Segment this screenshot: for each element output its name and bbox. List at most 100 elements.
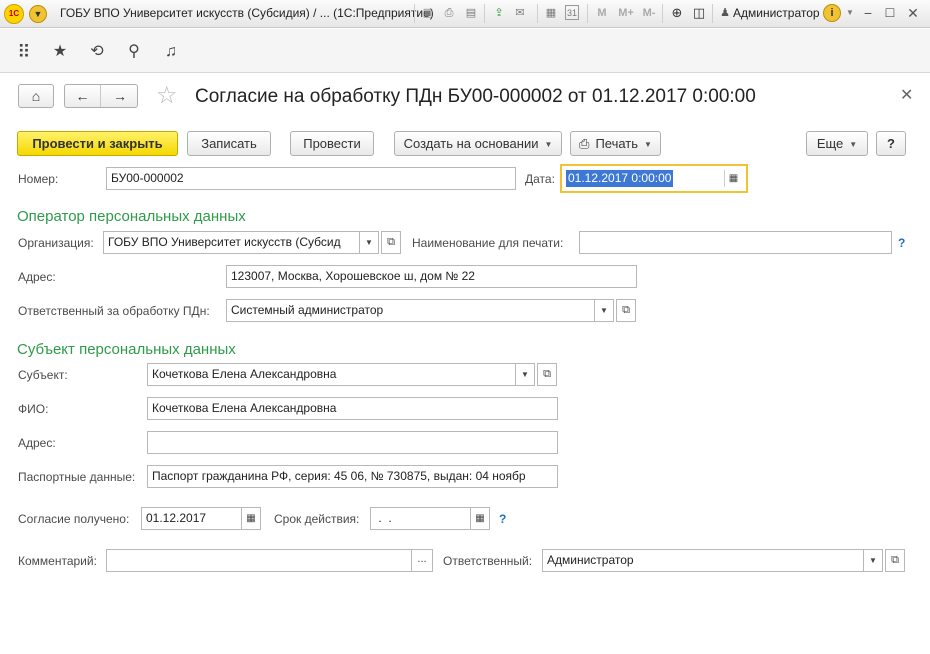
print-name-help-icon[interactable]: ? bbox=[898, 236, 905, 250]
responsible-pd-open-icon[interactable]: ⧉ bbox=[616, 299, 636, 322]
print-icon[interactable]: ⎙ bbox=[441, 5, 457, 21]
save-icon[interactable]: ▣ bbox=[420, 5, 436, 21]
memory-mminus-icon[interactable]: M- bbox=[639, 5, 659, 21]
notifications-bell-icon[interactable]: ♫ bbox=[160, 42, 182, 62]
dropdown-arrow-icon: ▼ bbox=[644, 140, 652, 150]
zoom-icon[interactable]: ⊕ bbox=[669, 5, 685, 21]
current-user[interactable]: Администратор bbox=[733, 6, 820, 20]
printer-icon: ⎙ bbox=[579, 136, 590, 151]
operator-address-label: Адрес: bbox=[18, 270, 56, 284]
back-button[interactable]: ← bbox=[65, 85, 101, 107]
sections-grid-icon[interactable]: ⠿ bbox=[13, 42, 35, 62]
passport-field[interactable]: Паспорт гражданина РФ, серия: 45 06, № 7… bbox=[147, 465, 558, 488]
history-icon[interactable]: ⟲ bbox=[86, 42, 108, 62]
close-window-button[interactable]: ✕ bbox=[903, 4, 923, 22]
add-to-favorites-star-icon[interactable]: ☆ bbox=[156, 84, 178, 108]
date-field[interactable]: 01.12.2017 0:00:00 ▦ bbox=[560, 164, 748, 193]
forward-button[interactable]: → bbox=[102, 85, 138, 107]
main-menu-button[interactable]: ▼ bbox=[29, 5, 47, 23]
comment-label: Комментарий: bbox=[18, 554, 97, 568]
responsible-dropdown-icon[interactable]: ▼ bbox=[863, 549, 883, 572]
home-button[interactable]: ⌂ bbox=[18, 84, 54, 108]
organization-label: Организация: bbox=[18, 236, 94, 250]
print-label: Печать bbox=[595, 136, 639, 151]
operator-section-title: Оператор персональных данных bbox=[17, 208, 246, 225]
responsible-pd-field[interactable]: Системный администратор bbox=[226, 299, 595, 322]
window-titlebar: 1С ▼ ГОБУ ВПО Университет искусств (Субс… bbox=[0, 0, 930, 28]
dropdown-arrow-icon: ▼ bbox=[544, 140, 553, 150]
dropdown-arrow-icon: ▼ bbox=[849, 140, 858, 150]
panel-icon[interactable]: ◫ bbox=[691, 5, 707, 21]
window-title: ГОБУ ВПО Университет искусств (Субсидия)… bbox=[60, 6, 434, 20]
post-and-close-button[interactable]: Провести и закрыть bbox=[17, 131, 178, 156]
fio-label: ФИО: bbox=[18, 402, 49, 416]
favorites-star-icon[interactable]: ★ bbox=[49, 42, 71, 62]
subject-address-label: Адрес: bbox=[18, 436, 56, 450]
responsible-label: Ответственный: bbox=[443, 554, 533, 568]
toolbar-separator bbox=[537, 4, 538, 23]
calendar-icon[interactable]: ▦ bbox=[724, 170, 742, 187]
responsible-open-icon[interactable]: ⧉ bbox=[885, 549, 905, 572]
number-label: Номер: bbox=[18, 172, 59, 186]
app-navbar: ⠿ ★ ⟲ ⚲ ♫ bbox=[0, 29, 930, 73]
subject-section-title: Субъект персональных данных bbox=[17, 341, 236, 358]
validity-field[interactable]: . . bbox=[370, 507, 471, 530]
subject-address-field[interactable] bbox=[147, 431, 558, 454]
comment-edit-button[interactable]: ... bbox=[411, 549, 433, 572]
consent-received-field[interactable]: 01.12.2017 bbox=[141, 507, 242, 530]
subject-label: Субъект: bbox=[18, 368, 68, 382]
consent-calendar-icon[interactable]: ▦ bbox=[241, 507, 261, 530]
close-form-icon[interactable]: ✕ bbox=[900, 85, 913, 105]
print-name-label: Наименование для печати: bbox=[412, 236, 564, 250]
organization-field[interactable]: ГОБУ ВПО Университет искусств (Субсид bbox=[103, 231, 360, 254]
fio-field[interactable]: Кочеткова Елена Александровна bbox=[147, 397, 558, 420]
create-based-on-button[interactable]: Создать на основании ▼ bbox=[394, 131, 562, 156]
calculator-icon[interactable]: ▦ bbox=[543, 5, 559, 21]
responsible-pd-dropdown-icon[interactable]: ▼ bbox=[594, 299, 614, 322]
date-value: 01.12.2017 0:00:00 bbox=[566, 170, 674, 187]
responsible-pd-label: Ответственный за обработку ПДн: bbox=[18, 304, 210, 318]
memory-m-icon[interactable]: M bbox=[594, 5, 610, 21]
more-button[interactable]: Еще ▼ bbox=[806, 131, 868, 156]
memory-mplus-icon[interactable]: M+ bbox=[615, 5, 637, 21]
consent-received-label: Согласие получено: bbox=[18, 512, 130, 526]
responsible-field[interactable]: Администратор bbox=[542, 549, 864, 572]
maximize-button[interactable]: ☐ bbox=[880, 4, 900, 22]
toolbar-separator bbox=[662, 4, 663, 23]
chevron-down-icon[interactable]: ▼ bbox=[842, 5, 858, 21]
history-nav: ← → bbox=[64, 84, 138, 108]
search-icon[interactable]: ⚲ bbox=[123, 42, 145, 62]
validity-label: Срок действия: bbox=[274, 512, 360, 526]
home-icon: ⌂ bbox=[31, 88, 41, 104]
calendar-icon[interactable]: 31 bbox=[565, 5, 579, 20]
save-button[interactable]: Записать bbox=[187, 131, 271, 156]
minimize-button[interactable]: − bbox=[858, 4, 878, 22]
post-button[interactable]: Провести bbox=[290, 131, 374, 156]
create-based-on-label: Создать на основании bbox=[403, 136, 539, 151]
organization-dropdown-icon[interactable]: ▼ bbox=[359, 231, 379, 254]
upload-icon[interactable]: ⇪ bbox=[491, 5, 507, 21]
1c-logo-icon: 1С bbox=[4, 4, 24, 24]
preview-icon[interactable]: ▤ bbox=[463, 5, 479, 21]
organization-open-icon[interactable]: ⧉ bbox=[381, 231, 401, 254]
link-icon[interactable] bbox=[519, 2, 535, 18]
validity-help-icon[interactable]: ? bbox=[499, 512, 506, 526]
print-button[interactable]: ⎙ Печать ▼ bbox=[570, 131, 661, 156]
toolbar-separator bbox=[414, 4, 415, 23]
operator-address-field[interactable]: 123007, Москва, Хорошевское ш, дом № 22 bbox=[226, 265, 637, 288]
print-name-field[interactable] bbox=[579, 231, 892, 254]
subject-open-icon[interactable]: ⧉ bbox=[537, 363, 557, 386]
comment-field[interactable] bbox=[106, 549, 412, 572]
help-button[interactable]: ? bbox=[876, 131, 906, 156]
user-icon: ♟ bbox=[720, 7, 730, 19]
toolbar-separator bbox=[712, 4, 713, 23]
toolbar-separator bbox=[484, 4, 485, 23]
subject-dropdown-icon[interactable]: ▼ bbox=[515, 363, 535, 386]
subject-field[interactable]: Кочеткова Елена Александровна bbox=[147, 363, 516, 386]
page-title: Согласие на обработку ПДн БУ00-000002 от… bbox=[195, 86, 756, 107]
date-label: Дата: bbox=[525, 172, 555, 186]
number-field[interactable]: БУ00-000002 bbox=[106, 167, 516, 190]
validity-calendar-icon[interactable]: ▦ bbox=[470, 507, 490, 530]
more-label: Еще bbox=[816, 136, 844, 151]
info-icon[interactable]: i bbox=[823, 4, 841, 22]
